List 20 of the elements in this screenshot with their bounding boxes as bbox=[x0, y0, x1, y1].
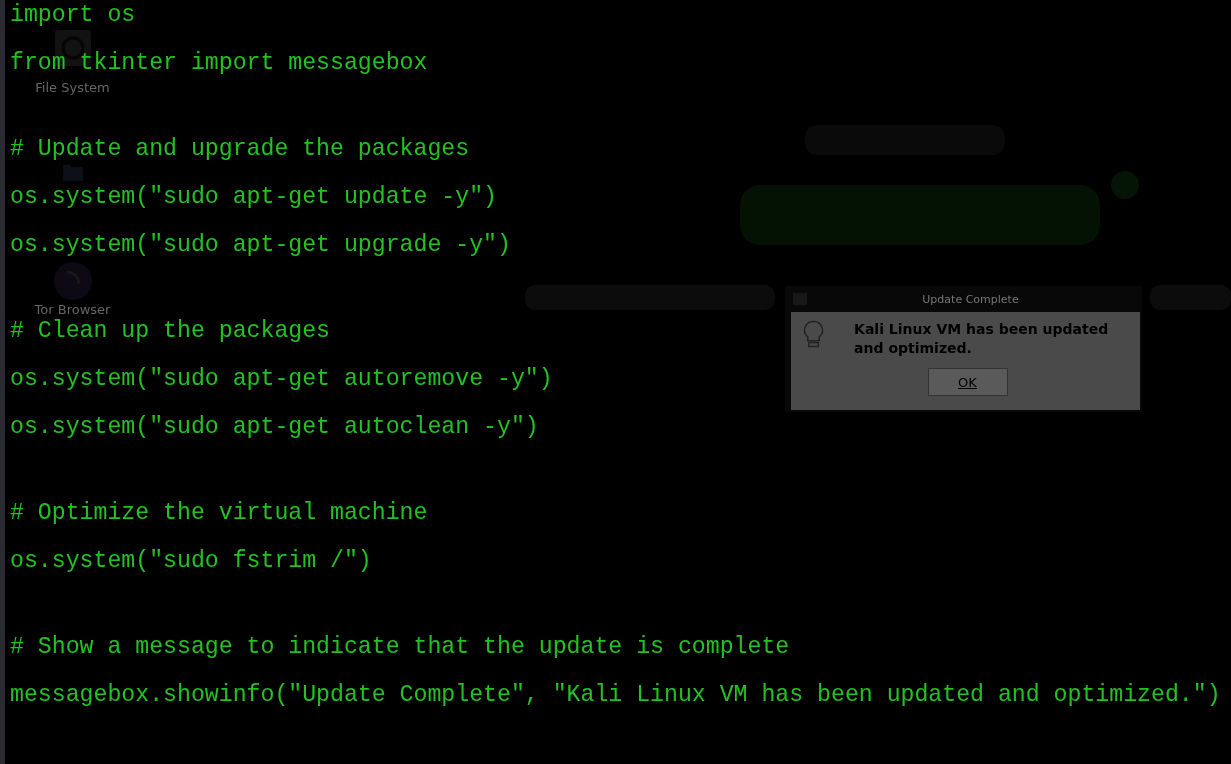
code-line: # Show a message to indicate that the update is complete bbox=[10, 633, 790, 661]
code-line: import os bbox=[10, 1, 136, 29]
code-line: os.system("sudo apt-get upgrade -y") bbox=[10, 231, 511, 259]
dialog-message: Kali Linux VM has been updated and optimized. bbox=[854, 320, 1110, 358]
ok-button[interactable]: OK bbox=[927, 368, 1008, 396]
code-line: os.system("sudo apt-get autoremove -y") bbox=[10, 365, 553, 393]
code-line: # Optimize the virtual machine bbox=[10, 499, 428, 527]
code-line: messagebox.showinfo("Update Complete", "Kali Linux VM has been updated and optimized.") bbox=[10, 681, 1221, 709]
icon-label[interactable]: Tor Browser bbox=[34, 302, 111, 317]
code-line: # Clean up the packages bbox=[10, 317, 331, 345]
code-line: os.system("sudo apt-get autoclean -y") bbox=[10, 413, 539, 441]
globe-icon[interactable] bbox=[53, 262, 92, 300]
lightbulb-icon bbox=[803, 320, 825, 348]
icon-label[interactable]: File System bbox=[35, 80, 110, 95]
code-line: os.system("sudo fstrim /") bbox=[10, 547, 372, 575]
folder-icon[interactable] bbox=[62, 165, 83, 181]
code-line: from tkinter import messagebox bbox=[10, 49, 428, 77]
code-line: # Update and upgrade the packages bbox=[10, 135, 470, 163]
dialog-title: Update Complete bbox=[922, 292, 1019, 306]
code-line: os.system("sudo apt-get update -y") bbox=[10, 183, 498, 211]
